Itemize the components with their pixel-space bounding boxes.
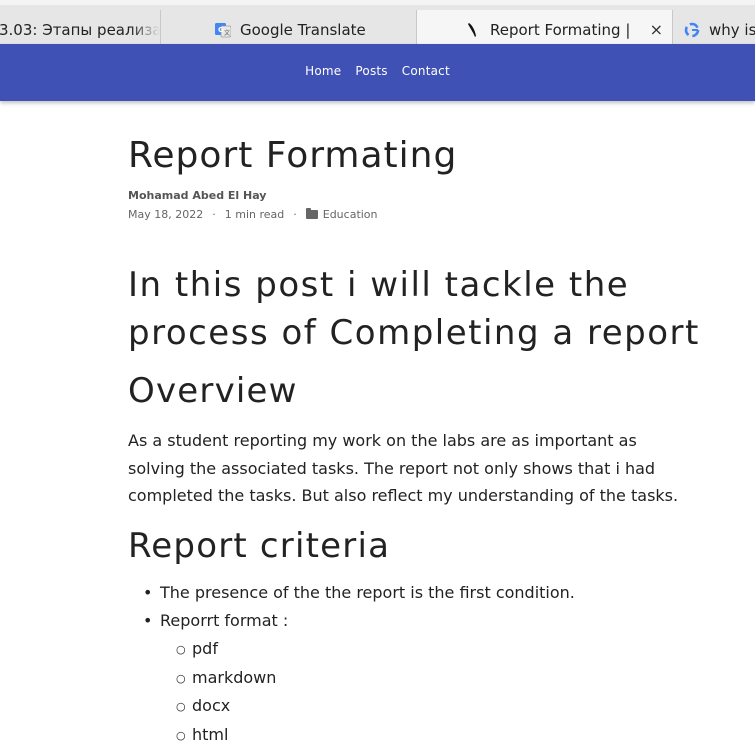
google-icon xyxy=(684,22,700,38)
nav-menu: Home Posts Contact xyxy=(0,64,755,78)
read-time: 1 min read xyxy=(224,208,285,221)
category-link[interactable]: Education xyxy=(323,208,378,221)
tab-label: 3.03: Этапы реализации xyxy=(0,20,160,39)
list-item: docx xyxy=(176,692,688,721)
overview-heading: Overview xyxy=(128,371,298,411)
nav-contact-link[interactable]: Contact xyxy=(402,64,450,78)
browser-tab-bar: 3.03: Этапы реализации G文 Google Transla… xyxy=(0,0,755,49)
post-author[interactable]: Mohamad Abed El Hay xyxy=(128,189,266,202)
nav-posts-link[interactable]: Posts xyxy=(355,64,387,78)
format-list: pdf markdown docx html xyxy=(176,635,688,750)
tab-label: Google Translate xyxy=(240,20,366,39)
post-meta: May 18, 2022 · 1 min read · Education xyxy=(128,208,378,221)
list-item-text: Reporrt format : xyxy=(160,611,289,630)
close-tab-icon[interactable]: × xyxy=(650,20,663,39)
list-item: Reporrt format : pdf markdown docx html xyxy=(128,607,688,749)
svg-text:文: 文 xyxy=(224,29,230,37)
google-translate-icon: G文 xyxy=(215,22,231,38)
criteria-heading: Report criteria xyxy=(128,526,391,566)
folder-icon xyxy=(305,208,318,219)
tab-label: why is a xyxy=(709,20,755,39)
site-navbar: Home Posts Contact xyxy=(0,44,755,101)
list-item: The presence of the the report is the fi… xyxy=(128,579,688,607)
list-item: markdown xyxy=(176,664,688,692)
meta-separator: · xyxy=(293,208,297,221)
post-title: Report Formating xyxy=(128,135,458,176)
post-date: May 18, 2022 xyxy=(128,208,204,221)
overview-paragraph: As a student reporting my work on the la… xyxy=(128,431,679,505)
post-heading: In this post i will tackle the process o… xyxy=(128,265,700,353)
criteria-list: The presence of the the report is the fi… xyxy=(128,579,688,749)
tab-label: Report Formating | xyxy=(490,20,631,39)
nav-home-link[interactable]: Home xyxy=(305,64,341,78)
list-item-text: The presence of the the report is the fi… xyxy=(160,583,575,602)
meta-separator: · xyxy=(212,208,216,221)
list-item: pdf xyxy=(176,635,688,664)
quill-icon xyxy=(465,22,481,38)
